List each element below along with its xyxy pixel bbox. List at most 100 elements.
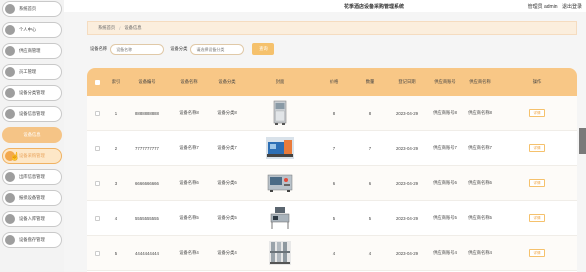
col-header-device-name: 设备名称 (180, 79, 198, 84)
row-device-no: 5555555555 (135, 215, 159, 221)
row-checkbox[interactable] (87, 145, 107, 151)
sidebar-item-label: 设备信息管理 (19, 111, 45, 116)
sidebar-item-label: 设备分类管理 (19, 90, 45, 95)
cabinet-device-image (273, 100, 287, 125)
row-supplier-name: 供应商名称7 (468, 145, 492, 150)
row-cover[interactable] (245, 134, 315, 162)
row-price: 7 (332, 145, 336, 151)
row-date: 2023-04-29 (396, 215, 418, 221)
sidebar-item-suppliers[interactable]: 供应商管理 (2, 43, 62, 59)
sidebar-item-label: 个人中心 (19, 27, 37, 32)
row-device-name: 设备名称8 (179, 110, 199, 115)
row-supplier-name: 供应商名称8 (468, 110, 492, 115)
row-index: 3 (114, 180, 118, 186)
sidebar-item-label: 设备信息 (23, 132, 41, 137)
table-row: 5 4444444444 设备名称4 设备分类4 4 4 2023-04-29 … (87, 236, 577, 271)
sidebar-item-label: 出库信息管理 (19, 174, 45, 179)
sidebar-item-inventory[interactable]: 设备盘存管理 (2, 232, 62, 248)
row-device-name: 设备名称6 (179, 180, 199, 185)
row-quantity: 5 (368, 215, 372, 221)
username: 管理员 admin (527, 4, 558, 10)
row-device-name: 设备名称5 (179, 215, 199, 220)
row-quantity: 7 (368, 145, 372, 151)
breadcrumb: 系统首页 / 设备信息 (87, 21, 577, 35)
col-header-cover: 封面 (275, 79, 285, 84)
col-header-supplier-account: 供应商账号 (434, 79, 456, 84)
row-quantity: 6 (368, 180, 372, 186)
sidebar-item-outbound[interactable]: 出库信息管理 (2, 169, 62, 185)
row-date: 2023-04-29 (396, 145, 418, 151)
sidebar-item-device-purchase[interactable]: 设备采购管理 ☝ (2, 148, 62, 164)
mouse-cursor-icon: ☝ (10, 152, 20, 161)
col-header-actions: 操作 (532, 79, 542, 84)
sidebar-item-device-info-mgmt[interactable]: 设备信息管理 (2, 106, 62, 122)
blue-machine-image (266, 137, 294, 159)
user-icon (5, 25, 15, 35)
row-category: 设备分类5 (217, 215, 237, 220)
row-price: 8 (332, 110, 336, 116)
row-index: 4 (114, 215, 118, 221)
select-all-checkbox[interactable] (87, 79, 107, 85)
row-date: 2023-04-29 (396, 250, 418, 256)
breadcrumb-separator: / (119, 25, 121, 31)
col-header-supplier-name: 供应商名称 (469, 79, 491, 84)
sidebar-subitem-device-info[interactable]: 设备信息 (2, 127, 62, 143)
inventory-icon (5, 235, 15, 245)
sidebar-item-device-category[interactable]: 设备分类管理 (2, 85, 62, 101)
row-supplier-account: 供应商账号5 (433, 215, 457, 220)
logout-link[interactable]: 退出登录 (562, 4, 582, 10)
sidebar-item-label: 报损设备管理 (19, 195, 45, 200)
device-name-label: 设备名称 (90, 46, 108, 51)
row-checkbox[interactable] (87, 215, 107, 221)
row-actions: 详情 (497, 109, 577, 117)
row-category: 设备分类4 (217, 250, 237, 255)
table-row: 4 5555555555 设备名称5 设备分类5 5 5 2023-04-29 … (87, 201, 577, 236)
row-supplier-account: 供应商账号8 (433, 110, 457, 115)
device-category-label: 设备分类 (170, 46, 188, 51)
detail-button[interactable]: 详情 (529, 144, 545, 152)
row-cover[interactable] (245, 239, 315, 267)
breadcrumb-home[interactable]: 系统首页 (98, 25, 115, 31)
table-row: 2 7777777777 设备名称7 设备分类7 7 7 2023-04-29 … (87, 131, 577, 166)
sidebar-item-profile[interactable]: 个人中心 (2, 22, 62, 38)
damaged-icon (5, 193, 15, 203)
row-checkbox[interactable] (87, 110, 107, 116)
scrollbar-thumb[interactable] (579, 128, 586, 154)
row-category: 设备分类7 (217, 145, 237, 150)
rack-unit-image (270, 207, 290, 229)
row-checkbox[interactable] (87, 250, 107, 256)
detail-button[interactable]: 详情 (529, 249, 545, 257)
home-icon (5, 4, 15, 14)
detail-button[interactable]: 详情 (529, 109, 545, 117)
row-supplier-name: 供应商名称5 (468, 215, 492, 220)
row-supplier-name: 供应商名称6 (468, 180, 492, 185)
sidebar-item-employees[interactable]: 员工管理 (2, 64, 62, 80)
sidebar-item-label: 设备盘存管理 (19, 237, 45, 242)
row-cover[interactable] (245, 169, 315, 197)
device-name-input[interactable] (110, 43, 165, 55)
search-button[interactable]: 查询 (252, 43, 275, 55)
row-cover[interactable] (245, 204, 315, 232)
detail-button[interactable]: 详情 (529, 214, 545, 222)
table-row: 1 8888888888 设备名称8 设备分类8 8 8 2023-04-29 … (87, 96, 577, 131)
sidebar: 系统首页 个人中心 供应商管理 员工管理 设备分类管理 设备信息管理 设备信息 … (0, 0, 64, 272)
row-quantity: 4 (368, 250, 372, 256)
box-device-image (267, 174, 293, 192)
row-quantity: 8 (368, 110, 372, 116)
row-cover[interactable] (245, 99, 315, 127)
col-header-index: 索引 (111, 79, 121, 84)
inbound-icon (5, 214, 15, 224)
sidebar-item-label: 员工管理 (19, 69, 37, 74)
col-header-category: 设备分类 (218, 79, 236, 84)
col-header-date: 登记日期 (398, 79, 416, 84)
sidebar-item-inbound[interactable]: 设备入库管理 (2, 211, 62, 227)
row-index: 5 (114, 250, 118, 256)
device-category-select[interactable] (190, 43, 245, 55)
row-device-name: 设备名称7 (179, 145, 199, 150)
row-actions: 详情 (497, 179, 577, 187)
row-checkbox[interactable] (87, 180, 107, 186)
row-category: 设备分类6 (217, 180, 237, 185)
sidebar-item-home[interactable]: 系统首页 (2, 1, 62, 17)
sidebar-item-damaged[interactable]: 报损设备管理 (2, 190, 62, 206)
detail-button[interactable]: 详情 (529, 179, 545, 187)
